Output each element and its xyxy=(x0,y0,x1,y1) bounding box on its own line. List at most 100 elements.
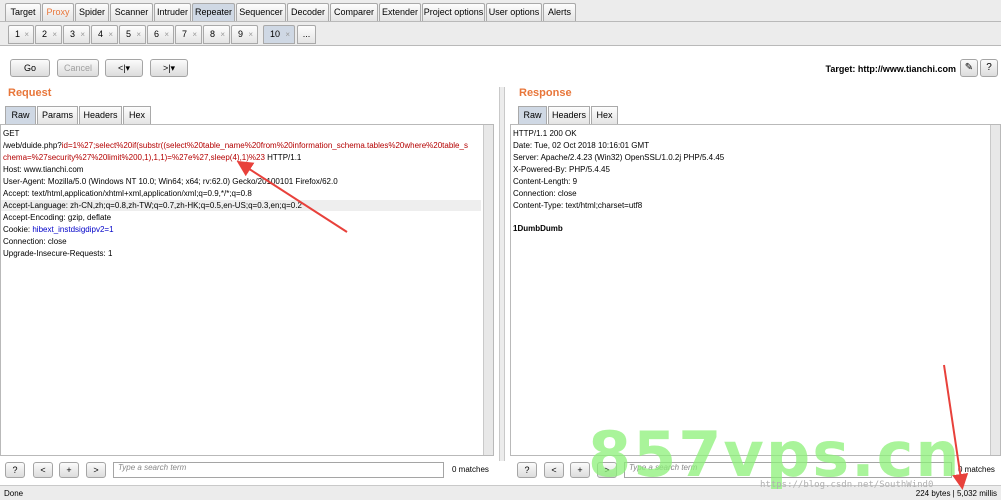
tab-proxy[interactable]: Proxy xyxy=(42,3,74,21)
response-search-add-button[interactable]: + xyxy=(570,462,590,478)
sql-payload: id=1%27;select%20if(substr((select%20tab… xyxy=(61,141,468,150)
request-line: /web/duide.php?id=1%27;select%20if(subst… xyxy=(3,140,468,151)
back-button[interactable]: <|▾ xyxy=(105,59,143,77)
request-line: Accept-Language: zh-CN,zh;q=0.8,zh-TW;q=… xyxy=(1,200,481,211)
tab-repeater[interactable]: Repeater xyxy=(192,3,235,21)
tab-alerts[interactable]: Alerts xyxy=(543,3,576,21)
tab-project-options[interactable]: Project options xyxy=(422,3,485,21)
tab-comparer[interactable]: Comparer xyxy=(330,3,378,21)
request-line: Accept-Encoding: gzip, deflate xyxy=(3,213,112,222)
sql-payload: chema=%27security%27%20limit%200,1),1,1)… xyxy=(3,153,265,162)
request-search-add-button[interactable]: + xyxy=(59,462,79,478)
repeater-tab-new[interactable]: ... xyxy=(297,25,316,44)
close-icon[interactable]: × xyxy=(136,26,141,43)
response-search-prev-button[interactable]: < xyxy=(544,462,564,478)
repeater-tab-number: 5 xyxy=(126,29,132,39)
tab-sequencer[interactable]: Sequencer xyxy=(236,3,286,21)
cancel-button[interactable]: Cancel xyxy=(57,59,99,77)
repeater-tab-3[interactable]: 3 × xyxy=(63,25,90,44)
response-line: Content-Length: 9 xyxy=(513,177,578,186)
go-button[interactable]: Go xyxy=(10,59,50,77)
request-line: User-Agent: Mozilla/5.0 (Windows NT 10.0… xyxy=(3,177,338,186)
response-search-help-button[interactable]: ? xyxy=(517,462,537,478)
credit-text: https://blog.csdn.net/SouthWind0 xyxy=(760,480,934,490)
close-icon[interactable]: × xyxy=(164,26,169,43)
request-editor[interactable]: GET /web/duide.php?id=1%27;select%20if(s… xyxy=(0,124,494,456)
request-match-count: 0 matches xyxy=(452,465,489,474)
repeater-tab-bar: 1 × 2 × 3 × 4 × 5 × 6 × 7 × 8 × 9 × 10 × ... xyxy=(0,22,1001,46)
response-scrollbar[interactable] xyxy=(990,125,1000,455)
response-tabs: Raw Headers Hex xyxy=(518,106,718,124)
tab-intruder[interactable]: Intruder xyxy=(154,3,191,21)
request-search-prev-button[interactable]: < xyxy=(33,462,53,478)
repeater-tab-number: 3 xyxy=(70,29,76,39)
repeater-tab-7[interactable]: 7 × xyxy=(175,25,202,44)
request-title: Request xyxy=(8,87,52,99)
tab-target[interactable]: Target xyxy=(5,3,41,21)
repeater-tab-4[interactable]: 4 × xyxy=(91,25,118,44)
request-tab-params[interactable]: Params xyxy=(37,106,78,124)
response-title: Response xyxy=(519,87,572,99)
request-tab-headers[interactable]: Headers xyxy=(79,106,122,124)
response-editor[interactable]: HTTP/1.1 200 OK Date: Tue, 02 Oct 2018 1… xyxy=(510,124,1001,456)
request-line: Connection: close xyxy=(3,237,67,246)
response-tab-hex[interactable]: Hex xyxy=(591,106,618,124)
response-line: Content-Type: text/html;charset=utf8 xyxy=(513,201,643,210)
close-icon[interactable]: × xyxy=(24,26,29,43)
response-line: Server: Apache/2.4.23 (Win32) OpenSSL/1.… xyxy=(513,153,725,162)
main-tab-bar: Target Proxy Spider Scanner Intruder Rep… xyxy=(0,0,1001,22)
pencil-icon[interactable]: ✎ xyxy=(960,59,978,77)
repeater-tab-2[interactable]: 2 × xyxy=(35,25,62,44)
request-line: GET xyxy=(3,129,20,138)
repeater-tab-6[interactable]: 6 × xyxy=(147,25,174,44)
repeater-tab-number: 6 xyxy=(154,29,160,39)
response-match-count: 0 matches xyxy=(958,465,995,474)
request-line: Accept: text/html,application/xhtml+xml,… xyxy=(3,189,252,198)
tab-extender[interactable]: Extender xyxy=(379,3,421,21)
repeater-tab-number: 1 xyxy=(15,29,21,39)
close-icon[interactable]: × xyxy=(192,26,197,43)
request-scrollbar[interactable] xyxy=(483,125,493,455)
close-icon[interactable]: × xyxy=(220,26,225,43)
request-path: /web/duide.php? xyxy=(3,141,62,150)
tab-scanner[interactable]: Scanner xyxy=(110,3,153,21)
close-icon[interactable]: × xyxy=(80,26,85,43)
response-tab-raw[interactable]: Raw xyxy=(518,106,547,124)
request-tabs: Raw Params Headers Hex xyxy=(5,106,205,124)
response-line: Connection: close xyxy=(513,189,577,198)
request-tab-raw[interactable]: Raw xyxy=(5,106,36,124)
request-line: chema=%27security%27%20limit%200,1),1,1)… xyxy=(3,152,301,163)
tab-user-options[interactable]: User options xyxy=(486,3,542,21)
repeater-tab-10[interactable]: 10 × xyxy=(263,25,295,44)
close-icon[interactable]: × xyxy=(285,26,290,43)
repeater-tab-5[interactable]: 5 × xyxy=(119,25,146,44)
request-search-next-button[interactable]: > xyxy=(86,462,106,478)
close-icon[interactable]: × xyxy=(108,26,113,43)
target-label[interactable]: Target: http://www.tianchi.com xyxy=(826,64,957,74)
cookie-label: Cookie: xyxy=(3,225,33,234)
close-icon[interactable]: × xyxy=(52,26,57,43)
response-line: HTTP/1.1 200 OK xyxy=(513,129,577,138)
status-text: Done xyxy=(4,489,24,498)
repeater-tab-number: 8 xyxy=(210,29,216,39)
forward-button[interactable]: >|▾ xyxy=(150,59,188,77)
repeater-tab-1[interactable]: 1 × xyxy=(8,25,34,44)
request-search-help-button[interactable]: ? xyxy=(5,462,25,478)
tab-decoder[interactable]: Decoder xyxy=(287,3,329,21)
response-tab-headers[interactable]: Headers xyxy=(548,106,590,124)
repeater-tab-number: 4 xyxy=(98,29,104,39)
pane-splitter[interactable] xyxy=(499,87,505,461)
request-line: Cookie: hibext_instdsigdipv2=1 xyxy=(3,224,114,235)
repeater-tab-8[interactable]: 8 × xyxy=(203,25,230,44)
repeater-tab-number: 7 xyxy=(182,29,188,39)
response-line: Date: Tue, 02 Oct 2018 10:16:01 GMT xyxy=(513,141,650,150)
close-icon[interactable]: × xyxy=(248,26,253,43)
question-icon[interactable]: ? xyxy=(980,59,998,77)
http-version: HTTP/1.1 xyxy=(264,153,302,162)
response-body: 1DumbDumb xyxy=(513,224,563,233)
repeater-tab-9[interactable]: 9 × xyxy=(231,25,258,44)
request-search-input[interactable]: Type a search term xyxy=(113,462,444,478)
cookie-value: hibext_instdsigdipv2=1 xyxy=(32,225,114,234)
request-tab-hex[interactable]: Hex xyxy=(123,106,151,124)
tab-spider[interactable]: Spider xyxy=(75,3,109,21)
